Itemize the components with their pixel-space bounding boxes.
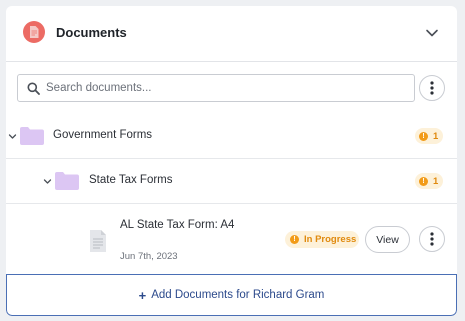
chevron-down-icon[interactable] xyxy=(8,132,17,141)
chevron-down-icon[interactable] xyxy=(43,177,52,186)
document-date: Jun 7th, 2023 xyxy=(120,251,178,262)
warning-icon: ! xyxy=(290,235,299,244)
panel-header[interactable]: Documents xyxy=(6,6,457,62)
view-button[interactable]: View xyxy=(365,226,410,253)
warning-icon: ! xyxy=(419,176,428,186)
warning-count-badge: ! 1 xyxy=(415,173,443,189)
plus-icon: + xyxy=(138,287,147,303)
more-vertical-icon xyxy=(430,232,434,246)
folder-label: State Tax Forms xyxy=(89,174,173,186)
search-icon xyxy=(27,82,40,95)
folder-icon xyxy=(55,172,79,190)
file-icon xyxy=(90,230,106,252)
search-input[interactable] xyxy=(46,80,406,96)
search-more-options-button[interactable] xyxy=(419,75,445,101)
document-title[interactable]: AL State Tax Form: A4 xyxy=(120,217,240,233)
chevron-down-icon[interactable] xyxy=(425,26,439,40)
add-documents-label: Add Documents for Richard Gram xyxy=(151,289,325,301)
warning-count-badge: ! 1 xyxy=(415,128,443,144)
document-badge-icon xyxy=(23,21,45,43)
more-vertical-icon xyxy=(430,81,434,95)
status-badge: ! In Progress xyxy=(285,231,359,248)
divider xyxy=(6,158,457,159)
warning-icon: ! xyxy=(419,131,428,141)
folder-icon xyxy=(20,127,44,145)
panel-title: Documents xyxy=(56,25,127,40)
document-more-options-button[interactable] xyxy=(419,226,445,252)
documents-panel: Documents Government Forms ! 1 xyxy=(6,6,457,316)
divider xyxy=(6,203,457,204)
folder-label: Government Forms xyxy=(53,129,153,141)
search-box xyxy=(17,74,415,102)
add-documents-button[interactable]: + Add Documents for Richard Gram xyxy=(6,274,457,316)
